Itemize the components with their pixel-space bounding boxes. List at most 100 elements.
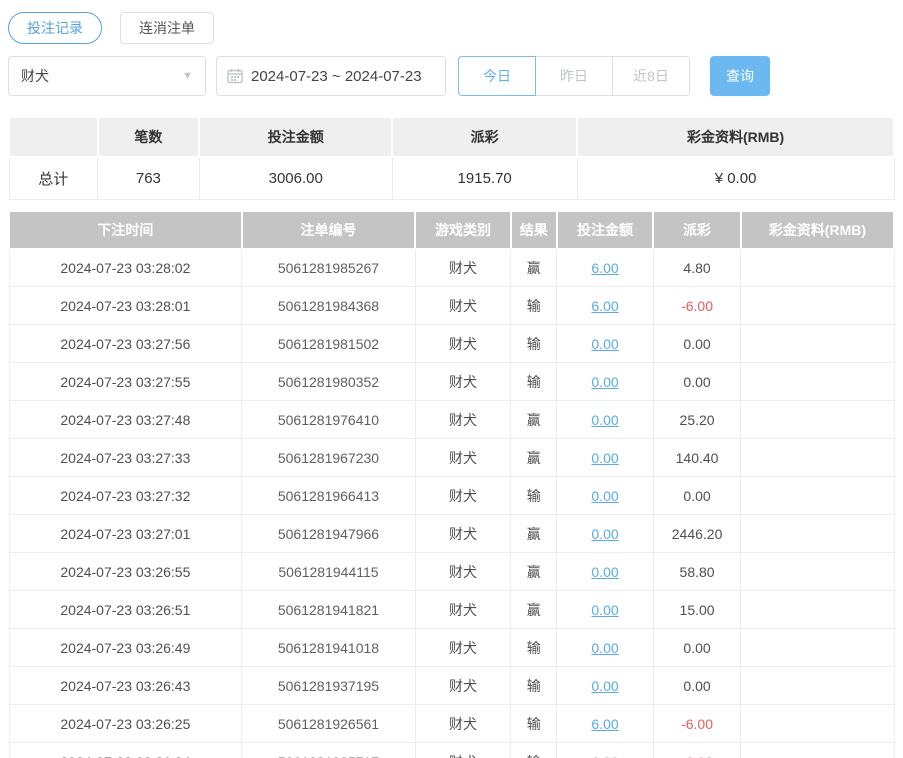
cell-bet-time: 2024-07-23 03:28:02 bbox=[8, 248, 243, 287]
cell-payout: -6.00 bbox=[652, 704, 742, 743]
cell-game-type: 财犬 bbox=[414, 514, 512, 553]
cell-bet-amount: 6.00 bbox=[556, 704, 654, 743]
table-row: 2024-07-23 03:26:24 5061281925717 财犬 输 6… bbox=[8, 742, 895, 758]
date-range-value: 2024-07-23 ~ 2024-07-23 bbox=[251, 67, 422, 85]
cell-payout: 15.00 bbox=[652, 590, 742, 629]
cell-bet-time: 2024-07-23 03:27:55 bbox=[8, 362, 243, 401]
cell-order-id: 5061281937195 bbox=[241, 666, 416, 705]
summary-total-label: 总计 bbox=[8, 156, 98, 200]
col-header-game-type: 游戏类别 bbox=[414, 209, 512, 250]
quick-filter-last8days[interactable]: 近8日 bbox=[612, 56, 690, 96]
col-header-bet-amount: 投注金额 bbox=[555, 209, 655, 250]
table-row: 2024-07-23 03:28:01 5061281984368 财犬 输 6… bbox=[8, 286, 895, 325]
quick-filter-today[interactable]: 今日 bbox=[458, 56, 536, 96]
summary-total-bet-amount: 3006.00 bbox=[198, 156, 393, 200]
bet-amount-link[interactable]: 0.00 bbox=[591, 640, 618, 656]
cell-bet-time: 2024-07-23 03:27:56 bbox=[8, 324, 243, 363]
cell-payout: 0.00 bbox=[652, 666, 742, 705]
cell-result: 输 bbox=[510, 742, 558, 758]
table-row: 2024-07-23 03:27:56 5061281981502 财犬 输 0… bbox=[8, 324, 895, 363]
cell-order-id: 5061281944115 bbox=[241, 552, 416, 591]
tab-bet-records[interactable]: 投注记录 bbox=[8, 12, 102, 44]
bet-amount-link[interactable]: 0.00 bbox=[591, 412, 618, 428]
summary-header-bet-amount: 投注金额 bbox=[198, 116, 394, 158]
cell-payout: 0.00 bbox=[652, 476, 742, 515]
cell-bonus bbox=[740, 514, 895, 553]
cell-game-type: 财犬 bbox=[414, 362, 512, 401]
bet-amount-link[interactable]: 6.00 bbox=[591, 298, 618, 314]
cell-bet-time: 2024-07-23 03:26:51 bbox=[8, 590, 243, 629]
cell-bet-amount: 0.00 bbox=[556, 628, 654, 667]
table-row: 2024-07-23 03:26:43 5061281937195 财犬 输 0… bbox=[8, 666, 895, 705]
table-row: 2024-07-23 03:27:33 5061281967230 财犬 赢 0… bbox=[8, 438, 895, 477]
game-select[interactable]: 财犬 ▼ bbox=[8, 56, 206, 96]
cell-bonus bbox=[740, 704, 895, 743]
cell-game-type: 财犬 bbox=[414, 666, 512, 705]
cell-payout: -6.00 bbox=[652, 742, 742, 758]
bet-amount-link[interactable]: 6.00 bbox=[591, 260, 618, 276]
cell-game-type: 财犬 bbox=[414, 324, 512, 363]
cell-order-id: 5061281985267 bbox=[241, 248, 416, 287]
quick-filter-yesterday[interactable]: 昨日 bbox=[535, 56, 613, 96]
bet-amount-link[interactable]: 0.00 bbox=[591, 602, 618, 618]
cell-bet-amount: 0.00 bbox=[556, 666, 654, 705]
top-tabs: 投注记录 连消注单 bbox=[8, 12, 895, 44]
cell-order-id: 5061281984368 bbox=[241, 286, 416, 325]
summary-total-payout: 1915.70 bbox=[391, 156, 578, 200]
summary-total-count: 763 bbox=[97, 156, 200, 200]
cell-payout: 4.80 bbox=[652, 248, 742, 287]
cell-payout: 0.00 bbox=[652, 628, 742, 667]
summary-total-bonus: ¥ 0.00 bbox=[576, 156, 895, 200]
col-header-bonus: 彩金资料(RMB) bbox=[739, 209, 896, 250]
bet-amount-link[interactable]: 0.00 bbox=[591, 678, 618, 694]
cell-bet-amount: 0.00 bbox=[556, 514, 654, 553]
bet-amount-link[interactable]: 0.00 bbox=[591, 450, 618, 466]
cell-order-id: 5061281925717 bbox=[241, 742, 416, 758]
cell-game-type: 财犬 bbox=[414, 704, 512, 743]
bet-amount-link[interactable]: 0.00 bbox=[591, 374, 618, 390]
summary-header-count: 笔数 bbox=[96, 116, 201, 158]
tab-cancelled-orders[interactable]: 连消注单 bbox=[120, 12, 214, 44]
cell-result: 输 bbox=[510, 628, 558, 667]
cell-bet-time: 2024-07-23 03:26:43 bbox=[8, 666, 243, 705]
cell-payout: 2446.20 bbox=[652, 514, 742, 553]
bet-amount-link[interactable]: 0.00 bbox=[591, 336, 618, 352]
page: 投注记录 连消注单 财犬 ▼ 2024-07-23 ~ 2024-07-23 今… bbox=[0, 0, 903, 758]
col-header-bet-time: 下注时间 bbox=[8, 209, 243, 250]
table-row: 2024-07-23 03:26:55 5061281944115 财犬 赢 0… bbox=[8, 552, 895, 591]
game-select-value: 财犬 bbox=[21, 68, 49, 84]
cell-game-type: 财犬 bbox=[414, 742, 512, 758]
cell-game-type: 财犬 bbox=[414, 552, 512, 591]
cell-game-type: 财犬 bbox=[414, 438, 512, 477]
cell-order-id: 5061281947966 bbox=[241, 514, 416, 553]
filter-bar: 财犬 ▼ 2024-07-23 ~ 2024-07-23 今日 昨日 近8日 查… bbox=[8, 56, 895, 96]
tab-bet-records-label: 投注记录 bbox=[27, 20, 83, 36]
cell-bet-amount: 0.00 bbox=[556, 476, 654, 515]
cell-payout: -6.00 bbox=[652, 286, 742, 325]
cell-bonus bbox=[740, 400, 895, 439]
cell-bet-amount: 0.00 bbox=[556, 400, 654, 439]
table-row: 2024-07-23 03:27:01 5061281947966 财犬 赢 0… bbox=[8, 514, 895, 553]
date-range-picker[interactable]: 2024-07-23 ~ 2024-07-23 bbox=[216, 56, 446, 96]
bet-amount-link[interactable]: 6.00 bbox=[591, 754, 618, 758]
bet-amount-link[interactable]: 6.00 bbox=[591, 716, 618, 732]
cell-game-type: 财犬 bbox=[414, 400, 512, 439]
query-button[interactable]: 查询 bbox=[710, 56, 770, 96]
cell-bonus bbox=[740, 666, 895, 705]
cell-bonus bbox=[740, 476, 895, 515]
calendar-icon bbox=[227, 69, 243, 84]
bet-amount-link[interactable]: 0.00 bbox=[591, 526, 618, 542]
bet-amount-link[interactable]: 0.00 bbox=[591, 488, 618, 504]
cell-bonus bbox=[740, 590, 895, 629]
tab-cancelled-orders-label: 连消注单 bbox=[139, 20, 195, 36]
cell-payout: 58.80 bbox=[652, 552, 742, 591]
table-row: 2024-07-23 03:26:25 5061281926561 财犬 输 6… bbox=[8, 704, 895, 743]
cell-result: 输 bbox=[510, 362, 558, 401]
bet-table-header-row: 下注时间 注单编号 游戏类别 结果 投注金额 派彩 彩金资料(RMB) bbox=[8, 209, 896, 250]
cell-order-id: 5061281967230 bbox=[241, 438, 416, 477]
summary-header-empty bbox=[8, 116, 99, 158]
summary-header-bonus: 彩金资料(RMB) bbox=[576, 116, 895, 158]
bet-amount-link[interactable]: 0.00 bbox=[591, 564, 618, 580]
cell-bonus bbox=[740, 552, 895, 591]
cell-bet-time: 2024-07-23 03:26:55 bbox=[8, 552, 243, 591]
